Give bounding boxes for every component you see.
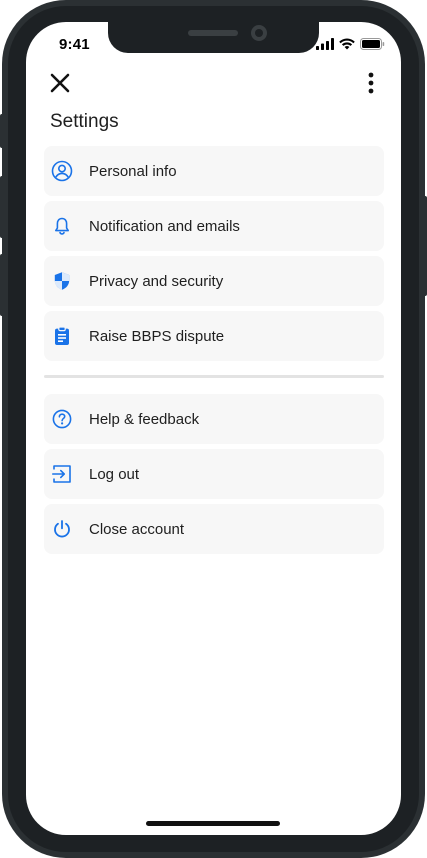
bell-icon xyxy=(51,215,73,237)
logout-icon xyxy=(51,463,73,485)
volume-up-button xyxy=(0,176,4,238)
menu-item-raise-bbps-dispute[interactable]: Raise BBPS dispute xyxy=(44,311,384,361)
section-divider xyxy=(44,375,384,378)
menu-item-close-account[interactable]: Close account xyxy=(44,504,384,554)
front-camera xyxy=(251,25,267,41)
notch xyxy=(108,22,319,53)
menu-item-notifications[interactable]: Notification and emails xyxy=(44,201,384,251)
shield-icon xyxy=(51,270,73,292)
close-icon xyxy=(50,73,70,93)
wifi-icon xyxy=(339,38,355,50)
menu-item-label: Help & feedback xyxy=(89,410,200,428)
menu-item-label: Raise BBPS dispute xyxy=(89,327,225,345)
home-indicator[interactable] xyxy=(146,821,280,826)
menu-item-help-feedback[interactable]: Help & feedback xyxy=(44,394,384,444)
menu-item-label: Notification and emails xyxy=(89,217,240,235)
menu-item-privacy-security[interactable]: Privacy and security xyxy=(44,256,384,306)
screen: 9:41 Settings Personal info Notification… xyxy=(26,22,401,835)
help-circle-icon xyxy=(51,408,73,430)
menu-item-personal-info[interactable]: Personal info xyxy=(44,146,384,196)
menu-item-label: Log out xyxy=(89,465,140,483)
battery-icon xyxy=(360,38,385,50)
close-button[interactable] xyxy=(48,71,72,95)
menu-item-label: Personal info xyxy=(89,162,177,180)
power-side-button xyxy=(423,196,427,296)
status-time: 9:41 xyxy=(59,36,90,53)
cellular-signal-icon xyxy=(316,38,334,50)
more-options-button[interactable] xyxy=(359,71,383,95)
clipboard-icon xyxy=(51,325,73,347)
more-vertical-icon xyxy=(368,72,374,94)
volume-down-button xyxy=(0,254,4,316)
mute-switch xyxy=(0,114,4,148)
menu-item-label: Close account xyxy=(89,520,185,538)
speaker xyxy=(188,30,238,36)
account-circle-icon xyxy=(51,160,73,182)
status-icons xyxy=(316,38,385,50)
menu-item-label: Privacy and security xyxy=(89,272,224,290)
menu-item-log-out[interactable]: Log out xyxy=(44,449,384,499)
page-title: Settings xyxy=(50,111,119,132)
power-icon xyxy=(51,518,73,540)
